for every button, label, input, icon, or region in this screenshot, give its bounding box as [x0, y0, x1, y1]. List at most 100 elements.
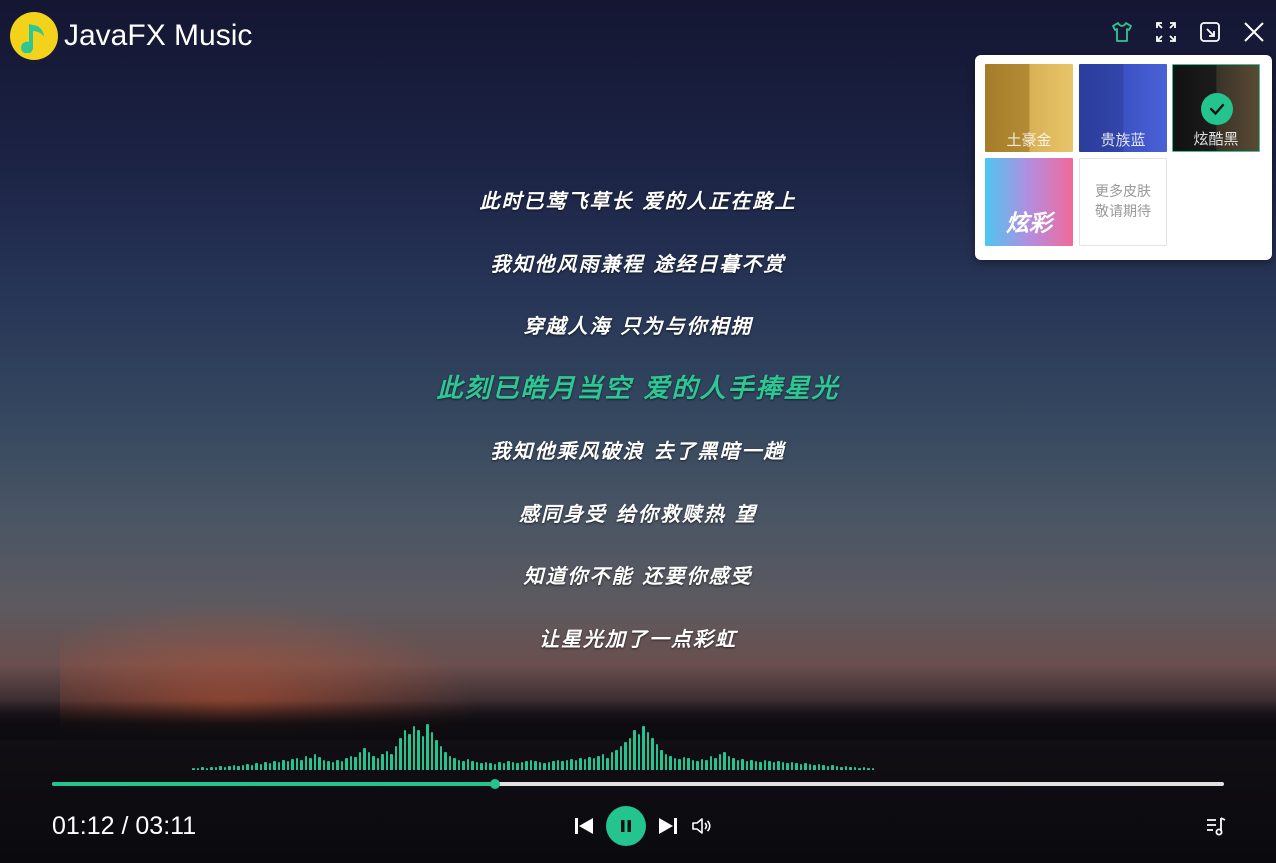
spectrum-bar	[552, 761, 555, 770]
next-button[interactable]	[656, 814, 680, 838]
volume-button[interactable]	[690, 814, 714, 838]
spectrum-bar	[345, 758, 348, 770]
spectrum-bar	[660, 750, 663, 770]
spectrum-bar	[844, 766, 847, 770]
spectrum-bar	[795, 763, 798, 770]
tshirt-icon	[1112, 22, 1132, 42]
spectrum-bar	[547, 762, 550, 770]
spectrum-bar	[646, 732, 649, 770]
spectrum-bar	[300, 760, 303, 770]
spectrum-bar	[295, 758, 298, 770]
spectrum-bar	[849, 767, 852, 770]
spectrum-bar	[232, 765, 235, 770]
lyric-line: 知道你不能 还要你感受	[523, 564, 753, 588]
spectrum-bar	[444, 752, 447, 770]
playlist-button[interactable]	[1204, 814, 1228, 842]
spectrum-bar	[696, 761, 699, 770]
spectrum-bar	[246, 764, 249, 770]
spectrum-bar	[367, 752, 370, 770]
spectrum-bar	[201, 767, 204, 770]
fullscreen-button[interactable]	[1152, 18, 1180, 46]
spectrum-bar	[471, 761, 474, 770]
spectrum-bar	[435, 740, 438, 770]
spectrum-bar	[277, 762, 280, 770]
spectrum-bar	[286, 761, 289, 770]
spectrum-bar	[498, 762, 501, 770]
spectrum-bar	[318, 757, 321, 770]
spectrum-bar	[718, 754, 721, 770]
close-button[interactable]	[1240, 18, 1268, 46]
pause-icon	[621, 820, 631, 832]
lyric-line: 此时已莺飞草长 爱的人正在路上	[479, 189, 797, 213]
time-display: 01:12 / 03:11	[52, 812, 197, 840]
lyric-line: 穿越人海 只为与你相拥	[523, 314, 753, 338]
spectrum-bar	[858, 768, 861, 770]
spectrum-bar	[250, 765, 253, 770]
spectrum-bar	[282, 760, 285, 770]
spectrum-bar	[241, 765, 244, 770]
spectrum-bar	[781, 762, 784, 770]
previous-button[interactable]	[572, 814, 596, 838]
skin-black[interactable]: 炫酷黑	[1172, 64, 1260, 152]
spectrum-bar	[381, 754, 384, 770]
spectrum-bar	[255, 763, 258, 770]
spectrum-bar	[349, 756, 352, 770]
skin-label: 土豪金	[1006, 131, 1052, 149]
spectrum-bar	[736, 760, 739, 770]
spectrum-bar	[421, 736, 424, 770]
lyric-line: 感同身受 给你救赎热 望	[519, 501, 757, 526]
spectrum-bar	[732, 758, 735, 770]
spectrum-bar	[538, 762, 541, 770]
volume-icon	[692, 818, 711, 834]
spectrum-bar	[394, 746, 397, 770]
spectrum-bar	[853, 767, 856, 770]
spectrum-bar	[705, 760, 708, 770]
spectrum-bar	[817, 764, 820, 770]
check-icon	[1201, 93, 1233, 125]
spectrum-bar	[561, 761, 564, 770]
skin-label: 炫酷黑	[1193, 130, 1239, 148]
spectrum-bar	[669, 756, 672, 770]
spectrum-bar	[682, 757, 685, 770]
spectrum-bar	[417, 730, 420, 770]
spectrum-bar	[205, 768, 208, 770]
spectrum-bar	[408, 734, 411, 770]
spectrum-bar	[313, 754, 316, 770]
spectrum-bar	[768, 761, 771, 770]
spectrum-bar	[264, 762, 267, 770]
spectrum-bar	[655, 744, 658, 770]
progress-bar[interactable]	[52, 779, 1224, 789]
spectrum-bar	[741, 759, 744, 770]
spectrum-bar	[403, 730, 406, 770]
spectrum-bar	[588, 757, 591, 770]
spectrum-bar	[628, 738, 631, 770]
spectrum-bar	[228, 766, 231, 770]
spectrum-bar	[772, 762, 775, 770]
spectrum-bar	[579, 758, 582, 770]
spectrum-bar	[754, 761, 757, 770]
skin-button[interactable]	[1108, 18, 1136, 46]
spectrum-bar	[336, 760, 339, 770]
spectrum-bar	[502, 763, 505, 770]
progress-knob[interactable]	[490, 779, 501, 789]
spectrum-bar	[574, 760, 577, 770]
spectrum-bar	[871, 768, 874, 770]
spectrum-bar	[273, 761, 276, 770]
spectrum-bar	[673, 758, 676, 770]
spectrum-bar	[619, 746, 622, 770]
minimize-button[interactable]	[1196, 18, 1224, 46]
skip-next-icon	[659, 818, 677, 834]
minimize-icon	[1200, 22, 1220, 42]
spectrum-bar	[727, 756, 730, 770]
spectrum-bar	[192, 768, 195, 770]
lyric-line-current: 此刻已皓月当空 爱的人手捧星光	[436, 373, 840, 404]
spectrum-bar	[570, 759, 573, 770]
spectrum-bar	[691, 760, 694, 770]
skin-gold[interactable]: 土豪金	[985, 64, 1073, 152]
skin-blue[interactable]: 贵族蓝	[1079, 64, 1167, 152]
pause-button[interactable]	[606, 806, 646, 846]
playlist-icon	[1207, 817, 1226, 836]
spectrum-bar	[340, 761, 343, 770]
spectrum-bar	[529, 760, 532, 770]
spectrum-bar	[826, 766, 829, 770]
